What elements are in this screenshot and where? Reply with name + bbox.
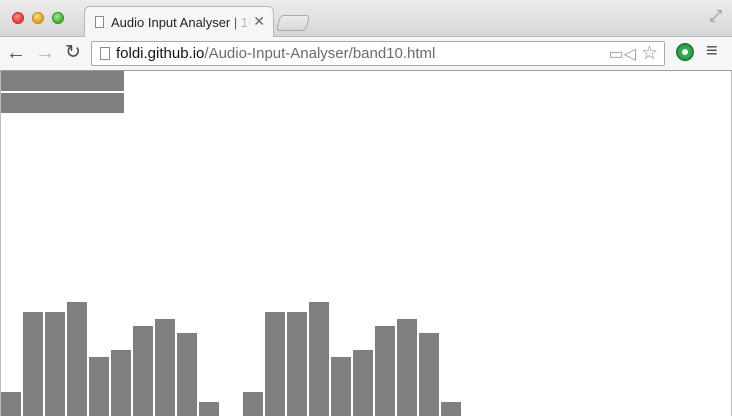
page-icon <box>95 16 104 28</box>
reload-button[interactable]: ↻ <box>62 41 84 65</box>
url-path: /Audio-Input-Analyser/band10.html <box>204 45 436 62</box>
spectrum-bar <box>111 350 131 416</box>
spectrum-bar <box>419 333 439 416</box>
spectrum-bar <box>353 350 373 416</box>
page-viewport <box>0 71 732 416</box>
spectrum-bar <box>331 357 351 416</box>
tab-active[interactable]: Audio Input Analyser | 10 bands ✕ <box>84 6 274 37</box>
spectrum-bar <box>243 392 263 416</box>
window-minimize-button[interactable] <box>32 12 44 24</box>
address-bar[interactable]: foldi.github.io/Audio-Input-Analyser/ban… <box>91 41 665 66</box>
spectrum-bar <box>133 326 153 416</box>
new-tab-button[interactable] <box>275 15 311 31</box>
page-icon <box>100 47 110 60</box>
spectrum-bar <box>155 319 175 416</box>
spectrum-bar <box>309 302 329 416</box>
spectrum-bar <box>265 312 285 416</box>
spectrum-bar <box>199 402 219 416</box>
spectrum-bar <box>287 312 307 416</box>
fullscreen-icon[interactable]: ⤢ <box>709 8 722 26</box>
url-text[interactable]: foldi.github.io/Audio-Input-Analyser/ban… <box>116 45 435 62</box>
tab-close-icon[interactable]: ✕ <box>253 13 265 30</box>
url-host: foldi.github.io <box>116 45 205 62</box>
spectrum-bar <box>441 402 461 416</box>
spectrum-bar <box>45 312 65 416</box>
back-button[interactable]: ← <box>5 41 27 65</box>
browser-toolbar: ← → ↻ foldi.github.io/Audio-Input-Analys… <box>0 37 732 71</box>
spectrum-bar <box>1 392 21 416</box>
spectrum-chart <box>1 302 461 416</box>
tab-strip: Audio Input Analyser | 10 bands ✕ ⤢ <box>0 0 732 37</box>
spectrum-bar <box>23 312 43 416</box>
window-close-button[interactable] <box>12 12 24 24</box>
extension-icon[interactable] <box>676 43 694 61</box>
spectrum-bar <box>375 326 395 416</box>
tab-title: Audio Input Analyser | 10 bands <box>111 15 251 30</box>
window-maximize-button[interactable] <box>52 12 64 24</box>
camera-icon[interactable]: ▭◁ <box>609 44 636 64</box>
star-icon[interactable]: ☆ <box>641 42 658 65</box>
forward-button[interactable]: → <box>34 41 56 65</box>
spectrum-bar <box>89 357 109 416</box>
menu-icon[interactable]: ≡ <box>706 40 718 63</box>
spectrum-bar <box>177 333 197 416</box>
spectrum-bar <box>67 302 87 416</box>
spectrum-bar <box>397 319 417 416</box>
browser-window: Audio Input Analyser | 10 bands ✕ ⤢ ← → … <box>0 0 732 416</box>
